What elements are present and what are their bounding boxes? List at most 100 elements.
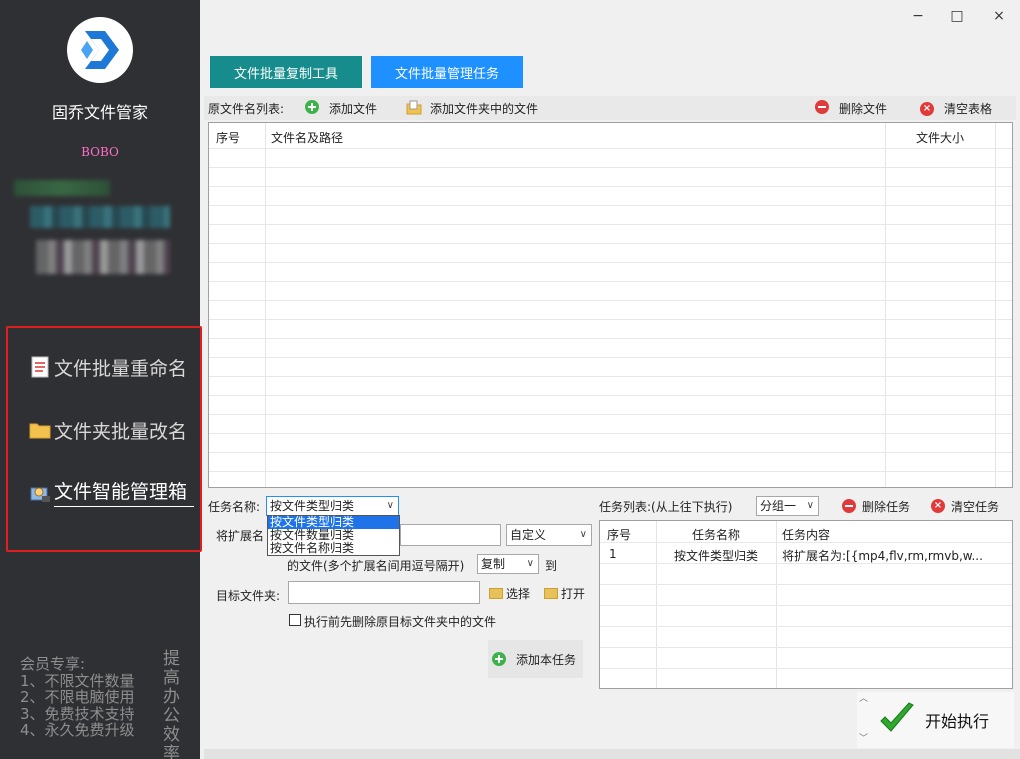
group-value: 分组一 xyxy=(760,499,797,513)
start-label: 开始执行 xyxy=(925,712,990,731)
table-row xyxy=(209,415,1012,434)
member-benefits: 会员专享: 1、不限文件数量 2、不限电脑使用 3、免费技术支持 4、永久免费升… xyxy=(20,656,135,739)
folder-add-icon xyxy=(406,100,422,116)
add-folder-files-button[interactable]: 添加文件夹中的文件 xyxy=(406,96,538,120)
close-button[interactable]: × xyxy=(988,6,1010,26)
action-select[interactable]: 复制 ∨ xyxy=(477,554,539,574)
remove-icon xyxy=(842,499,856,513)
target-folder-input[interactable] xyxy=(288,581,480,604)
blurred-info xyxy=(36,240,170,274)
chevron-down-icon: ∨ xyxy=(386,500,394,511)
select-label: 选择 xyxy=(506,586,531,601)
table-row xyxy=(600,564,1012,585)
file-list-label: 原文件名列表: xyxy=(208,101,285,116)
app-logo-icon xyxy=(67,17,133,83)
task-row-content: 将扩展名为:[{mp4,flv,rm,rmvb,w... xyxy=(782,549,983,563)
nav-item-batch-rename[interactable]: 文件批量重命名 xyxy=(28,352,198,382)
table-row xyxy=(209,206,1012,225)
ext-label: 将扩展名 xyxy=(216,529,265,543)
table-row xyxy=(209,149,1012,168)
table-row xyxy=(209,225,1012,244)
table-row xyxy=(209,339,1012,358)
folder-open-icon xyxy=(489,587,503,599)
task-table[interactable]: 序号 任务名称 任务内容 1 按文件类型归类 将扩展名为:[{mp4,flv,r… xyxy=(599,520,1013,689)
checkmark-icon xyxy=(877,699,917,742)
column-header-index: 序号 xyxy=(216,131,241,145)
table-row xyxy=(600,606,1012,627)
blurred-info xyxy=(14,180,110,196)
tab-batch-copy[interactable]: 文件批量复制工具 xyxy=(210,56,362,88)
table-row xyxy=(209,396,1012,415)
task-name-label: 任务名称: xyxy=(208,500,261,514)
table-row xyxy=(209,301,1012,320)
table-row xyxy=(209,282,1012,301)
column-header-index: 序号 xyxy=(607,528,632,542)
chevron-down-icon: ∨ xyxy=(806,500,814,511)
folder-open-icon xyxy=(544,587,558,599)
member-line: 2、不限电脑使用 xyxy=(20,688,135,706)
table-row xyxy=(209,168,1012,187)
nav-item-smart-manager[interactable]: 文件智能管理箱 xyxy=(28,477,198,507)
file-table[interactable]: 序号 文件名及路径 文件大小 xyxy=(208,122,1013,488)
add-folder-files-label: 添加文件夹中的文件 xyxy=(430,101,539,116)
nav-label: 文件智能管理箱 xyxy=(54,477,194,507)
select-folder-button[interactable]: 选择 xyxy=(489,582,530,604)
nav-item-folder-rename[interactable]: 文件夹批量改名 xyxy=(28,415,198,445)
open-label: 打开 xyxy=(561,586,586,601)
open-folder-button[interactable]: 打开 xyxy=(544,582,585,604)
sidebar: 固乔文件管家 BOBO 文件批量重命名 文件夹批量改名 文件智能管理箱 会员专享… xyxy=(0,0,202,759)
task-name-dropdown[interactable]: 按文件类型归类 按文件数量归类 按文件名称归类 xyxy=(267,515,400,556)
clear-table-label: 清空表格 xyxy=(944,101,993,116)
delete-before-checkbox[interactable] xyxy=(289,614,301,626)
column-header-name: 任务名称 xyxy=(692,528,741,542)
table-row xyxy=(600,585,1012,606)
tab-batch-manage[interactable]: 文件批量管理任务 xyxy=(371,56,523,88)
to-label: 到 xyxy=(545,559,558,573)
clear-table-button[interactable]: × 清空表格 xyxy=(920,96,992,120)
user-name: BOBO xyxy=(81,145,119,159)
add-file-label: 添加文件 xyxy=(329,101,378,116)
app-name: 固乔文件管家 xyxy=(51,103,148,122)
custom-select[interactable]: 自定义 ∨ xyxy=(506,524,592,546)
blurred-info xyxy=(30,206,170,228)
group-select[interactable]: 分组一 ∨ xyxy=(756,496,819,516)
task-row-name: 按文件类型归类 xyxy=(674,549,759,563)
ext-input[interactable] xyxy=(400,524,501,546)
add-icon xyxy=(492,652,506,666)
delete-task-label: 删除任务 xyxy=(862,499,911,514)
task-name-select[interactable]: 按文件类型归类 ∨ xyxy=(266,496,399,516)
action-value: 复制 xyxy=(481,557,506,571)
clear-icon: × xyxy=(920,102,934,116)
chevron-down-icon: ∨ xyxy=(579,529,587,540)
table-row xyxy=(209,187,1012,206)
column-header-size: 文件大小 xyxy=(916,131,965,145)
add-file-button[interactable]: 添加文件 xyxy=(305,96,377,120)
table-row xyxy=(209,263,1012,282)
member-line: 会员专享: xyxy=(20,655,86,673)
table-row xyxy=(600,669,1012,688)
column-header-content: 任务内容 xyxy=(782,528,831,542)
delete-file-label: 删除文件 xyxy=(839,101,888,116)
table-row xyxy=(209,434,1012,453)
scroll-arrows[interactable]: ︿ ﹀ xyxy=(859,694,869,746)
add-task-label: 添加本任务 xyxy=(516,652,577,667)
dropdown-option[interactable]: 按文件名称归类 xyxy=(268,542,399,555)
folder-icon xyxy=(28,418,52,442)
minimize-button[interactable]: − xyxy=(907,6,929,26)
document-icon xyxy=(28,355,52,379)
delete-file-button[interactable]: 删除文件 xyxy=(815,96,887,120)
task-name-value: 按文件类型归类 xyxy=(270,499,355,513)
task-list-label: 任务列表:(从上往下执行) xyxy=(599,500,733,514)
clear-task-button[interactable]: × 清空任务 xyxy=(931,495,999,517)
member-line: 3、免费技术支持 xyxy=(20,704,135,723)
maximize-button[interactable]: □ xyxy=(946,6,968,26)
ext-hint: 的文件(多个扩展名间用逗号隔开) xyxy=(287,559,465,573)
add-task-button[interactable]: 添加本任务 xyxy=(488,640,583,678)
chevron-down-icon: ∨ xyxy=(526,558,534,569)
target-folder-label: 目标文件夹: xyxy=(216,589,281,603)
nav-label: 文件夹批量改名 xyxy=(54,420,188,443)
table-row xyxy=(209,320,1012,339)
start-execute-button[interactable]: 开始执行 xyxy=(857,692,1014,748)
column-header-path: 文件名及路径 xyxy=(271,131,344,145)
delete-task-button[interactable]: 删除任务 xyxy=(842,495,910,517)
